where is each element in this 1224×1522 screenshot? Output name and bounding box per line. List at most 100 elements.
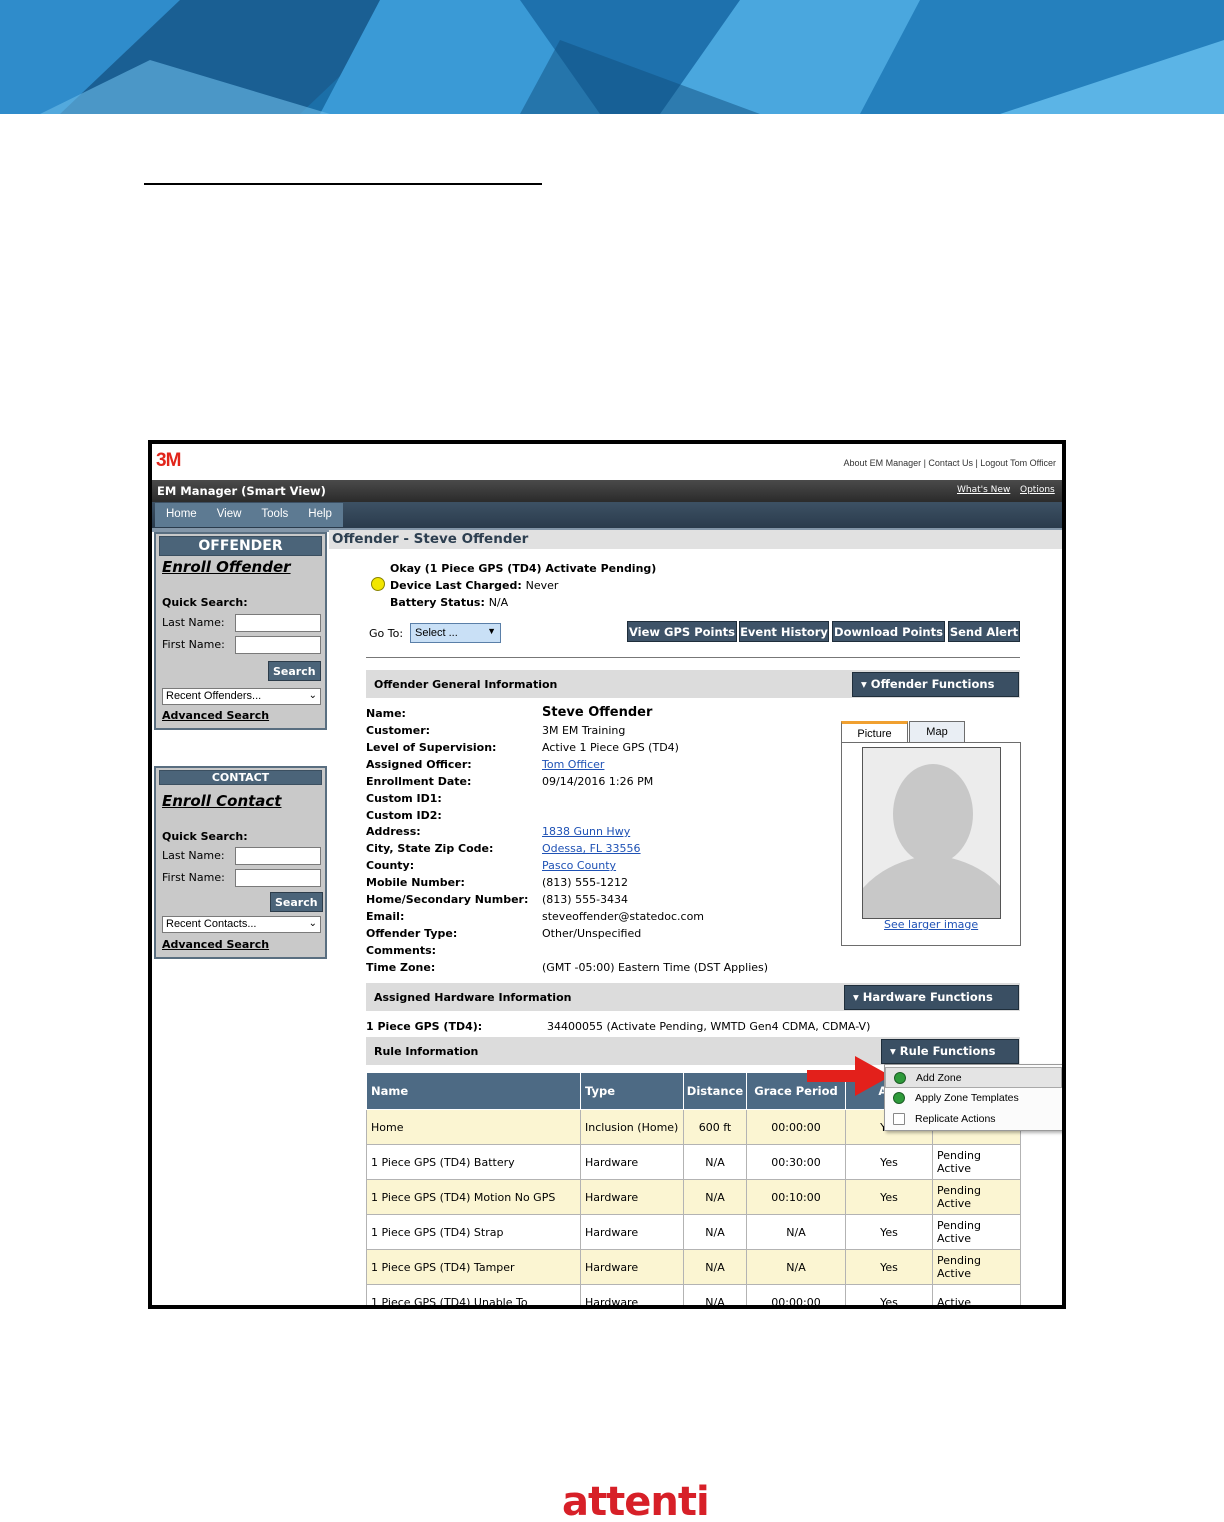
recent-contacts-select[interactable]: Recent Contacts... ⌄ <box>162 916 321 933</box>
field-label: Home/Secondary Number: <box>366 893 529 906</box>
contact-last-name-input[interactable] <box>235 847 321 865</box>
offender-functions-button[interactable]: ▾ Offender Functions <box>852 672 1019 697</box>
divider <box>366 657 1020 658</box>
menu-tools[interactable]: Tools <box>250 503 297 527</box>
field-value: Steve Offender <box>542 705 653 720</box>
triangle-down-icon: ▾ <box>861 677 867 691</box>
download-points-button[interactable]: Download Points <box>832 621 945 642</box>
options-link[interactable]: Options <box>1020 485 1055 495</box>
enroll-contact-link[interactable]: Enroll Contact <box>162 792 281 810</box>
table-cell: N/A <box>746 1249 846 1285</box>
enroll-offender-link[interactable]: Enroll Offender <box>162 558 291 576</box>
hardware-functions-button[interactable]: ▾ Hardware Functions <box>844 985 1019 1010</box>
offender-photo-placeholder[interactable] <box>862 747 1001 919</box>
field-label: Mobile Number: <box>366 876 465 889</box>
menu-item-label: Add Zone <box>916 1072 962 1084</box>
field-value-link[interactable]: Odessa, FL 33556 <box>542 842 641 855</box>
table-cell: 1 Piece GPS (TD4) Unable To <box>366 1284 581 1305</box>
see-larger-image-link[interactable]: See larger image <box>884 918 978 931</box>
table-cell: Hardware <box>580 1249 684 1285</box>
contact-search-button[interactable]: Search <box>270 892 323 912</box>
table-row[interactable]: 1 Piece GPS (TD4) Unable To Hardware N/A 00… <box>366 1284 1021 1305</box>
chevron-down-icon: ⌄ <box>308 918 317 929</box>
table-cell: 1 Piece GPS (TD4) Battery <box>366 1144 581 1180</box>
field-label: Email: <box>366 910 405 923</box>
whats-new-link[interactable]: What's New <box>957 485 1010 495</box>
event-history-button[interactable]: Event History <box>739 621 829 642</box>
table-cell: 00:30:00 <box>746 1144 846 1180</box>
table-cell: N/A <box>683 1284 747 1305</box>
battery-label: Battery Status: <box>390 596 485 609</box>
rule-table-body: HomeInclusion (Home)600 ft00:00:00YesAct… <box>366 1109 1021 1305</box>
field-value-link[interactable]: 1838 Gunn Hwy <box>542 825 630 838</box>
recent-offenders-select[interactable]: Recent Offenders... ⌄ <box>162 688 321 705</box>
menu-item-replicate-actions[interactable]: Replicate Actions <box>885 1109 1062 1130</box>
table-cell: N/A <box>683 1144 747 1180</box>
battery-row: Battery Status: N/A <box>390 596 508 609</box>
globe-icon <box>894 1072 906 1084</box>
send-alert-button[interactable]: Send Alert <box>948 621 1020 642</box>
field-value-link[interactable]: Pasco County <box>542 859 616 872</box>
table-row[interactable]: 1 Piece GPS (TD4) Battery Hardware N/A 00:3… <box>366 1144 1021 1180</box>
field-label: Custom ID1: <box>366 792 442 805</box>
table-cell: 00:00:00 <box>746 1284 846 1305</box>
field-label: Customer: <box>366 724 431 737</box>
goto-select[interactable]: Select ... ▼ <box>410 623 501 643</box>
menu-item-label: Apply Zone Templates <box>915 1092 1019 1104</box>
field-value: (GMT -05:00) Eastern Time (DST Applies) <box>542 961 769 974</box>
first-name-label: First Name: <box>162 638 225 651</box>
rule-functions-menu: Add Zone Apply Zone Templates Replicate … <box>884 1064 1062 1131</box>
contact-first-name-input[interactable] <box>235 869 321 887</box>
hardware-device-value: 34400055 (Activate Pending, WMTD Gen4 CD… <box>547 1020 871 1033</box>
main-menu: Home View Tools Help <box>155 503 343 527</box>
offender-first-name-input[interactable] <box>235 636 321 654</box>
contact-panel-header: CONTACT <box>159 770 322 785</box>
menu-item-add-zone[interactable]: Add Zone <box>885 1067 1062 1088</box>
app-title: EM Manager (Smart View) <box>157 484 326 498</box>
last-charged-label: Device Last Charged: <box>390 579 522 592</box>
tab-map[interactable]: Map <box>909 721 965 743</box>
column-type[interactable]: Type <box>580 1072 684 1110</box>
table-cell: 1 Piece GPS (TD4) Strap <box>366 1214 581 1250</box>
table-row[interactable]: 1 Piece GPS (TD4) Strap Hardware N/A N/A Yes… <box>366 1214 1021 1250</box>
menu-view[interactable]: View <box>206 503 251 527</box>
general-info-header: Offender General Information ▾ Offender … <box>366 670 1020 698</box>
triangle-down-icon: ▾ <box>853 990 859 1004</box>
column-name[interactable]: Name <box>366 1072 581 1110</box>
table-cell: Inclusion (Home) <box>580 1109 684 1145</box>
field-value-link[interactable]: Tom Officer <box>542 758 604 771</box>
table-row[interactable]: 1 Piece GPS (TD4) Motion No GPS Hardware N… <box>366 1179 1021 1215</box>
recent-contacts-value: Recent Contacts... <box>166 918 257 930</box>
offender-functions-label: Offender Functions <box>870 677 995 691</box>
column-distance[interactable]: Distance <box>683 1072 747 1110</box>
table-cell: 600 ft <box>683 1109 747 1145</box>
offender-search-button[interactable]: Search <box>268 661 321 681</box>
offender-last-name-input[interactable] <box>235 614 321 632</box>
table-cell: Yes <box>845 1249 933 1285</box>
menu-help[interactable]: Help <box>297 503 341 527</box>
table-cell: N/A <box>746 1214 846 1250</box>
status-text: Okay (1 Piece GPS (TD4) Activate Pending… <box>390 562 657 575</box>
menu-item-apply-zone-templates[interactable]: Apply Zone Templates <box>885 1088 1062 1109</box>
table-cell: N/A <box>683 1179 747 1215</box>
view-gps-points-button[interactable]: View GPS Points <box>627 621 737 642</box>
table-cell: Pending Active <box>932 1144 1021 1180</box>
field-label: Enrollment Date: <box>366 775 472 788</box>
decorative-banner <box>0 0 1224 114</box>
table-row[interactable]: 1 Piece GPS (TD4) Tamper Hardware N/A N/A Ye… <box>366 1249 1021 1285</box>
menu-home[interactable]: Home <box>155 503 206 527</box>
field-label: Level of Supervision: <box>366 741 497 754</box>
3m-logo: 3M <box>156 450 181 471</box>
top-links[interactable]: About EM Manager | Contact Us | Logout T… <box>844 458 1056 468</box>
screenshot-frame: 3M About EM Manager | Contact Us | Logou… <box>148 440 1066 1309</box>
field-value: Active 1 Piece GPS (TD4) <box>542 741 679 754</box>
contact-advanced-search-link[interactable]: Advanced Search <box>162 938 269 951</box>
tab-picture[interactable]: Picture <box>841 721 908 743</box>
general-info-title: Offender General Information <box>374 678 558 691</box>
last-charged-value: Never <box>525 579 559 592</box>
offender-advanced-search-link[interactable]: Advanced Search <box>162 709 269 722</box>
offender-panel-header: OFFENDER <box>159 536 322 556</box>
last-charged-row: Device Last Charged: Never <box>390 579 558 592</box>
rule-functions-button[interactable]: ▾ Rule Functions <box>881 1039 1019 1064</box>
table-cell: Hardware <box>580 1214 684 1250</box>
